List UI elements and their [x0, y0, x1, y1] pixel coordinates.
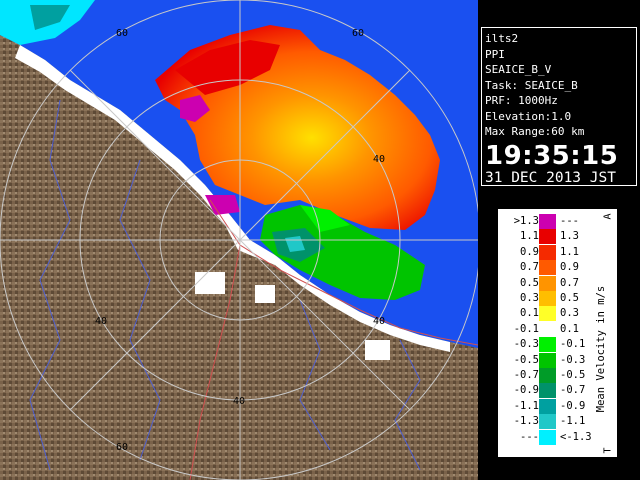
legend-lower-label: -0.3	[513, 338, 539, 351]
legend-lower-label: -0.7	[513, 369, 539, 381]
elevation-value: Elevation:1.0	[485, 109, 572, 123]
legend-title: Mean Velocity in m/s	[595, 285, 607, 413]
ring-label: 40	[233, 396, 245, 407]
legend-lower-label: 0.5	[520, 276, 539, 289]
scan-info-panel: ilts2 PPI SEAICE_B_V Task: SEAICE_B PRF:…	[481, 27, 637, 186]
legend-color-swatch	[539, 291, 556, 306]
legend-row: 0.1 0.3	[498, 306, 598, 322]
legend-corner-bottom: T	[602, 447, 614, 454]
legend-row: -0.7 -0.5	[498, 368, 598, 383]
legend-row: -0.5 -0.3	[498, 352, 598, 368]
legend-lower-label: -1.3	[513, 415, 539, 428]
max-range-value: Max Range:60 km	[485, 125, 585, 138]
ring-label: 40	[373, 316, 385, 327]
legend-row: 0.9 1.1	[498, 244, 598, 260]
legend-row: -0.3 -0.1	[498, 337, 598, 353]
product-name: SEAICE_B_V	[485, 63, 552, 76]
legend-title-box: Mean Velocity in m/s	[585, 249, 617, 449]
scan-time: 19:35:15	[485, 140, 619, 171]
legend-color-swatch	[539, 306, 556, 322]
legend-upper-label: 1.3	[560, 230, 579, 243]
ring-label: 40	[95, 316, 107, 327]
legend-corner-top: A	[602, 213, 614, 220]
legend-lower-label: -1.1	[513, 399, 539, 412]
legend-color-swatch	[539, 383, 556, 399]
legend-color-swatch	[539, 244, 556, 260]
legend-row: -0.1 0.1	[498, 321, 598, 337]
legend-row: -1.1 -0.9	[498, 398, 598, 414]
legend-lower-label: 0.3	[520, 292, 539, 304]
prf-value: PRF: 1000Hz	[485, 94, 558, 107]
legend-color-swatch	[539, 398, 556, 414]
legend-color-swatch	[539, 337, 556, 353]
legend-row: 0.5 0.7	[498, 275, 598, 291]
ice-patch	[195, 272, 225, 294]
legend-row: -1.3 -1.1	[498, 414, 598, 430]
legend-color-swatch	[539, 260, 556, 276]
legend-lower-label: 0.7	[520, 261, 539, 274]
legend-color-swatch	[539, 368, 556, 383]
legend-color-swatch	[539, 229, 556, 245]
legend-color-swatch	[539, 321, 556, 337]
legend-row: 0.7 0.9	[498, 260, 598, 276]
scan-date: 31 DEC 2013 JST	[485, 169, 616, 186]
legend-row: -0.9 -0.7	[498, 383, 598, 399]
ice-patch	[255, 285, 275, 303]
legend-row: --- <-1.3	[498, 429, 598, 445]
ring-label: 40	[373, 154, 385, 165]
ring-label: 60	[116, 28, 128, 39]
legend-row: >1.3 ---	[498, 214, 598, 229]
scan-mode: PPI	[485, 47, 505, 61]
legend-color-swatch	[539, 414, 556, 430]
legend-lower-label: >1.3	[513, 215, 539, 227]
legend-color-swatch	[539, 214, 556, 229]
ice-patch	[365, 340, 390, 360]
legend-lower-label: 0.1	[520, 307, 539, 320]
radar-ppi-view: 60 60 40 40 40 40 60	[0, 0, 478, 480]
legend-color-swatch	[539, 429, 556, 445]
legend-lower-label: 1.1	[520, 230, 539, 243]
ring-label: 60	[352, 28, 364, 39]
legend-lower-label: ---	[520, 430, 539, 443]
legend-lower-label: 0.9	[520, 245, 539, 258]
legend-row: 1.1 1.3	[498, 229, 598, 245]
site-name: ilts2	[485, 32, 519, 45]
legend-color-swatch	[539, 352, 556, 368]
ring-label: 60	[116, 442, 128, 453]
legend-upper-label: ---	[560, 215, 579, 227]
radar-map-canvas: 60 60 40 40 40 40 60	[0, 0, 478, 480]
legend-lower-label: -0.9	[513, 384, 539, 397]
legend-lower-label: -0.1	[513, 322, 539, 335]
velocity-legend: A >1.3 --- 1.1 1.3 0.9 1.1 0.7 0.9 0.5 0.7 0.3 0.5 0…	[497, 208, 618, 458]
legend-lower-label: -0.5	[513, 353, 539, 366]
legend-color-swatch	[539, 275, 556, 291]
task-name: Task: SEAICE_B	[485, 78, 578, 92]
legend-row: 0.3 0.5	[498, 291, 598, 306]
